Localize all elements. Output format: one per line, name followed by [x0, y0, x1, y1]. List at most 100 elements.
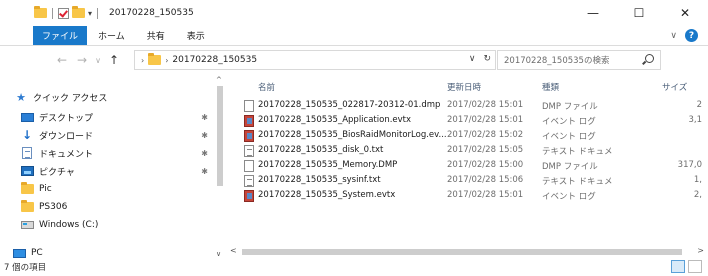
star-icon: ★ [16, 90, 26, 104]
sidebar-item-ps306[interactable]: PS306 [20, 198, 212, 216]
file-name: 20170228_150535_BiosRaidMonitorLog.ev... [258, 130, 447, 140]
sort-ascending-icon: ^ [338, 74, 345, 79]
breadcrumb-chevron-icon[interactable]: › [141, 56, 144, 65]
refresh-icon[interactable]: ↻ [483, 54, 491, 64]
scroll-left-icon[interactable]: < [230, 246, 237, 255]
close-button[interactable]: ✕ [662, 0, 708, 26]
column-header-type[interactable]: 種類 [542, 81, 559, 93]
sidebar-item-windows-c[interactable]: Windows (C:) [20, 216, 212, 234]
file-type: イベント ログ [542, 117, 596, 127]
file-date: 2017/02/28 15:01 [447, 100, 524, 110]
scroll-up-icon[interactable]: ^ [216, 76, 222, 84]
tab-home[interactable]: ホーム [87, 26, 136, 45]
large-icons-view-icon[interactable] [688, 260, 702, 273]
item-count: 7 個の項目 [4, 263, 47, 273]
file-type: DMP ファイル [542, 102, 598, 112]
sidebar-item-label: PS306 [39, 202, 68, 212]
desktop-icon [20, 112, 34, 123]
file-row[interactable]: 20170228_150535_BiosRaidMonitorLog.ev...… [232, 128, 708, 143]
help-icon[interactable]: ? [685, 29, 698, 42]
divider [52, 7, 53, 19]
tab-file[interactable]: ファイル [33, 26, 88, 45]
forward-arrow-icon[interactable]: → [74, 53, 90, 67]
search-placeholder: 20170228_150535の検索 [504, 56, 610, 66]
horizontal-scrollbar[interactable]: < > [228, 246, 708, 258]
file-row[interactable]: 20170228_150535_disk_0.txt 2017/02/28 15… [232, 143, 708, 158]
file-name: 20170228_150535_Memory.DMP [258, 160, 398, 170]
text-file-icon [244, 175, 254, 187]
search-input[interactable]: 20170228_150535の検索 [497, 50, 661, 70]
file-name: 20170228_150535_disk_0.txt [258, 145, 384, 155]
pin-icon[interactable]: ✱ [201, 167, 208, 176]
file-name: 20170228_150535_sysinf.txt [258, 175, 381, 185]
file-size: 1, [693, 175, 702, 185]
new-folder-icon[interactable] [72, 6, 85, 18]
file-date: 2017/02/28 15:05 [447, 145, 524, 155]
pictures-icon [20, 166, 34, 177]
event-log-icon [244, 130, 254, 142]
file-row[interactable]: 20170228_150535_System.evtx 2017/02/28 1… [232, 188, 708, 203]
file-type: DMP ファイル [542, 162, 598, 172]
address-bar[interactable]: › › 20170228_150535 ∨ ↻ [134, 50, 496, 70]
file-row[interactable]: 20170228_150535_Memory.DMP 2017/02/28 15… [232, 158, 708, 173]
pin-icon[interactable]: ✱ [201, 149, 208, 158]
documents-icon [20, 147, 34, 159]
folder-icon [148, 53, 162, 65]
sidebar-item-label: デスクトップ [39, 113, 94, 124]
breadcrumb-current[interactable]: 20170228_150535 [172, 55, 257, 65]
expand-ribbon-icon[interactable]: ∨ [670, 31, 677, 41]
sidebar-item-pictures[interactable]: ピクチャ ✱ [20, 162, 212, 180]
scroll-thumb[interactable] [217, 86, 223, 186]
file-size: 3,1 [688, 115, 702, 125]
scroll-right-icon[interactable]: > [697, 246, 704, 255]
sidebar-item-label: ピクチャ [39, 167, 75, 178]
file-size: 2, [693, 190, 702, 200]
column-header-name[interactable]: 名前 [258, 81, 275, 93]
file-row[interactable]: 20170228_150535_Application.evtx 2017/02… [232, 113, 708, 128]
up-arrow-icon[interactable]: ↑ [106, 53, 122, 67]
column-headers: ^ 名前 更新日時 種類 サイズ [232, 74, 708, 96]
properties-icon[interactable] [58, 7, 69, 19]
file-date: 2017/02/28 15:02 [447, 130, 524, 140]
column-header-size[interactable]: サイズ [662, 81, 687, 93]
tab-view[interactable]: 表示 [176, 26, 216, 45]
title-bar: ▾ 20170228_150535 — ☐ ✕ [0, 0, 708, 26]
file-size: 317,0 [677, 160, 702, 170]
file-name: 20170228_150535_022817-20312-01.dmp [258, 100, 441, 110]
sidebar-item-downloads[interactable]: ↓ ダウンロード ✱ [20, 126, 212, 144]
file-name: 20170228_150535_Application.evtx [258, 115, 412, 125]
search-icon[interactable] [645, 54, 654, 63]
sidebar-scrollbar[interactable]: ^ ∨ [214, 74, 226, 262]
back-arrow-icon[interactable]: ← [54, 53, 70, 67]
event-log-icon [244, 190, 254, 202]
sidebar-item-label: PC [31, 248, 43, 258]
tab-share[interactable]: 共有 [136, 26, 176, 45]
sidebar-item-label: ダウンロード [39, 131, 94, 142]
file-row[interactable]: 20170228_150535_022817-20312-01.dmp 2017… [232, 98, 708, 113]
drive-icon [20, 220, 34, 231]
column-header-date[interactable]: 更新日時 [447, 81, 481, 93]
pin-icon[interactable]: ✱ [201, 113, 208, 122]
window-title: 20170228_150535 [109, 8, 194, 18]
address-dropdown-icon[interactable]: ∨ [469, 54, 476, 64]
customize-quick-access-icon[interactable]: ▾ [88, 9, 92, 18]
recent-locations-icon[interactable]: ∨ [90, 56, 106, 65]
pin-icon[interactable]: ✱ [201, 131, 208, 140]
sidebar-item-quick-access[interactable]: ★ クイック アクセス [14, 88, 226, 106]
file-list: ^ 名前 更新日時 種類 サイズ 20170228_150535_022817-… [232, 74, 708, 254]
dmp-file-icon [244, 100, 254, 112]
download-icon: ↓ [21, 128, 33, 142]
details-view-icon[interactable] [671, 260, 685, 273]
maximize-button[interactable]: ☐ [616, 0, 662, 26]
file-date: 2017/02/28 15:01 [447, 115, 524, 125]
minimize-button[interactable]: — [570, 0, 616, 26]
sidebar-item-pic[interactable]: Pic [20, 180, 212, 198]
sidebar-item-label: ドキュメント [39, 149, 94, 160]
sidebar-item-desktop[interactable]: デスクトップ ✱ [20, 108, 212, 126]
breadcrumb-chevron-icon[interactable]: › [165, 56, 168, 65]
sidebar-item-documents[interactable]: ドキュメント ✱ [20, 144, 212, 162]
file-row[interactable]: 20170228_150535_sysinf.txt 2017/02/28 15… [232, 173, 708, 188]
scroll-down-icon[interactable]: ∨ [216, 250, 221, 258]
text-file-icon [244, 145, 254, 157]
scroll-thumb[interactable] [242, 249, 682, 255]
